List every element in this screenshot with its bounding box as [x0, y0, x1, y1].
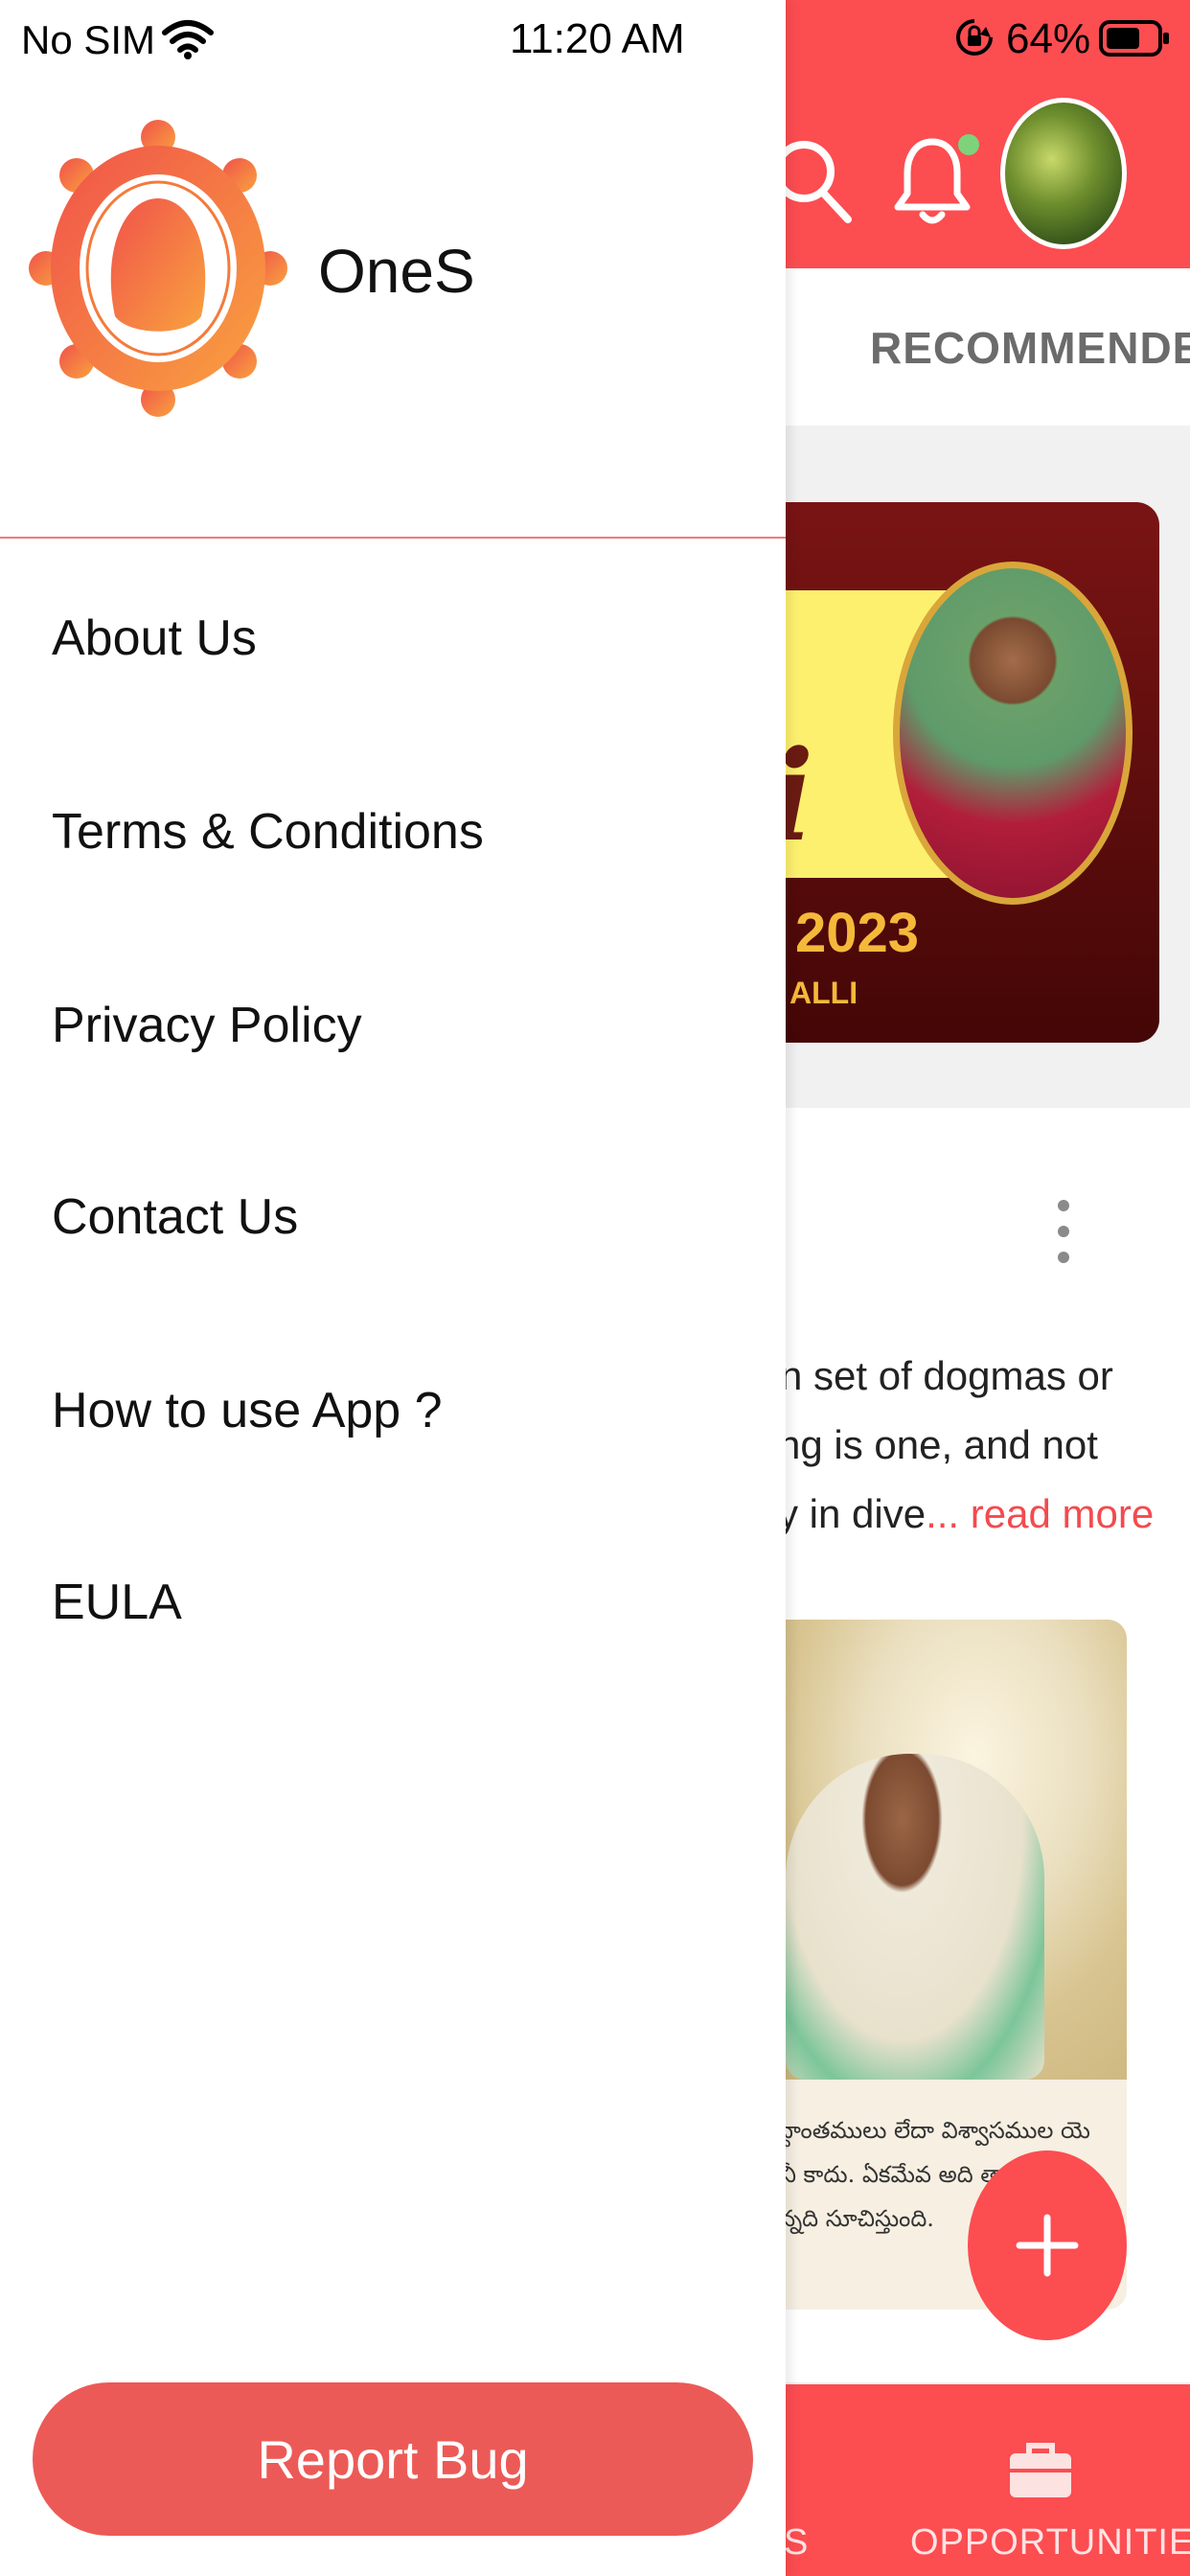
tab-recommended[interactable]: RECOMMENDED — [870, 322, 1190, 374]
battery-icon — [1099, 20, 1169, 57]
event-banner[interactable]: i 2023 ALLI — [747, 502, 1159, 1043]
banner-subtitle: ALLI — [790, 976, 858, 1010]
status-time: 11:20 AM — [510, 15, 685, 62]
menu-item-contact-us[interactable]: Contact Us — [52, 1188, 298, 1246]
side-drawer: OneS About Us Terms & Conditions Privacy… — [0, 0, 786, 2576]
post-text-fragment: y in dive — [778, 1491, 927, 1536]
more-vertical-icon[interactable] — [1054, 1198, 1073, 1265]
bottom-nav-item-opportunities[interactable]: OPPORTUNITIES — [910, 2522, 1190, 2564]
briefcase-icon[interactable] — [1006, 2440, 1075, 2501]
menu-item-how-to-use[interactable]: How to use App ? — [52, 1382, 443, 1439]
read-more-link[interactable]: ... read more — [926, 1491, 1154, 1536]
menu-item-about-us[interactable]: About Us — [52, 610, 257, 667]
app-logo — [29, 120, 287, 417]
menu-item-privacy-policy[interactable]: Privacy Policy — [52, 997, 362, 1054]
banner-year: 2023 — [795, 902, 920, 964]
report-bug-button[interactable]: Report Bug — [33, 2382, 753, 2536]
add-post-button[interactable] — [968, 2150, 1127, 2340]
carrier-label: No SIM — [21, 17, 156, 62]
avatar[interactable] — [1000, 98, 1127, 249]
status-bar: No SIM 11:20 AM 64% — [0, 0, 1190, 79]
app-name: OneS — [318, 237, 475, 306]
plus-icon — [1016, 2214, 1079, 2277]
bottom-nav-item-partial[interactable]: S — [784, 2522, 808, 2564]
banner-photo — [893, 562, 1133, 905]
notification-dot — [958, 134, 979, 155]
rotation-lock-icon — [956, 19, 993, 56]
menu-item-eula[interactable]: EULA — [52, 1574, 182, 1631]
menu-item-terms-conditions[interactable]: Terms & Conditions — [52, 803, 484, 861]
post-text-line: y in dive... read more — [778, 1491, 1154, 1537]
post-photo-person — [786, 1754, 1044, 2080]
post-text-line: n set of dogmas or — [780, 1353, 1113, 1398]
battery-percent: 64% — [1006, 15, 1091, 62]
wifi-icon — [162, 20, 214, 59]
post-text-line: ng is one, and not — [778, 1422, 1098, 1467]
divider — [0, 537, 786, 539]
